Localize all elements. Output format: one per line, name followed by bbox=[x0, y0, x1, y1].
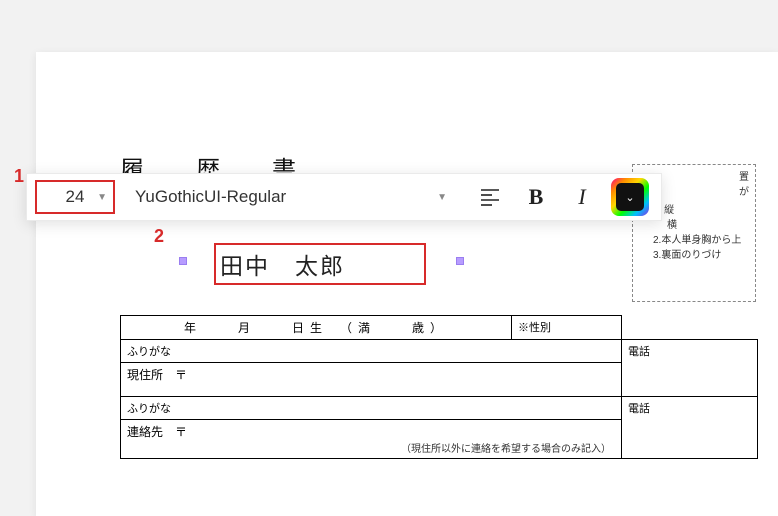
phone-label-1: 電話 bbox=[628, 346, 650, 358]
photo-list-item-1: 1. 縦 bbox=[653, 201, 749, 216]
font-size-value: 24 bbox=[66, 187, 85, 207]
annotation-marker-1: 1 bbox=[14, 166, 24, 187]
document-page: 履 歴 書 置 が 1. 縦 横 2.本人単身胸から上 3.裏面のりづけ 田中 … bbox=[36, 52, 778, 516]
selection-handle-left[interactable] bbox=[179, 257, 187, 265]
name-text-field[interactable]: 田中 太郎 bbox=[184, 237, 427, 285]
font-size-select[interactable]: 24 ▼ bbox=[35, 180, 115, 214]
phone-label-2: 電話 bbox=[628, 403, 650, 415]
photo-list-item-2: 2.本人単身胸から上 bbox=[653, 231, 749, 246]
contact-note: （現住所以外に連絡を希望する場合のみ記入） bbox=[127, 440, 615, 455]
color-picker-button[interactable]: ⌄ bbox=[611, 178, 649, 216]
align-left-button[interactable] bbox=[471, 178, 509, 216]
text-format-toolbar: 24 ▼ YuGothicUI-Regular ▼ B I ⌄ bbox=[26, 173, 662, 221]
address-label-1: 現住所 〒 bbox=[127, 368, 187, 382]
annotation-marker-2: 2 bbox=[154, 226, 164, 247]
bold-button[interactable]: B bbox=[517, 178, 555, 216]
annotation-box-2: 田中 太郎 bbox=[214, 243, 426, 285]
align-left-icon bbox=[480, 188, 500, 206]
birthdate-line[interactable]: 年 月 日生 （満 歳） bbox=[127, 319, 505, 336]
resume-form-table: 年 月 日生 （満 歳） ※性別 ふりがな 電話 現住所 〒 ふりがな 電話 連… bbox=[120, 315, 758, 459]
font-name-value: YuGothicUI-Regular bbox=[135, 187, 286, 207]
italic-button[interactable]: I bbox=[563, 178, 601, 216]
sex-label: ※性別 bbox=[518, 322, 551, 334]
caret-down-icon: ▼ bbox=[437, 192, 447, 203]
name-value[interactable]: 田中 太郎 bbox=[220, 247, 345, 281]
photo-list-item-1b: 横 bbox=[653, 216, 749, 231]
photo-list-item-3: 3.裏面のりづけ bbox=[653, 246, 749, 261]
chevron-down-icon: ⌄ bbox=[616, 183, 644, 211]
font-family-select[interactable]: YuGothicUI-Regular ▼ bbox=[115, 180, 467, 214]
caret-down-icon: ▼ bbox=[97, 192, 107, 203]
furigana-label-1: ふりがな bbox=[127, 346, 171, 358]
contact-label: 連絡先 〒 bbox=[127, 425, 187, 439]
selection-handle-right[interactable] bbox=[456, 257, 464, 265]
furigana-label-2: ふりがな bbox=[127, 403, 171, 415]
